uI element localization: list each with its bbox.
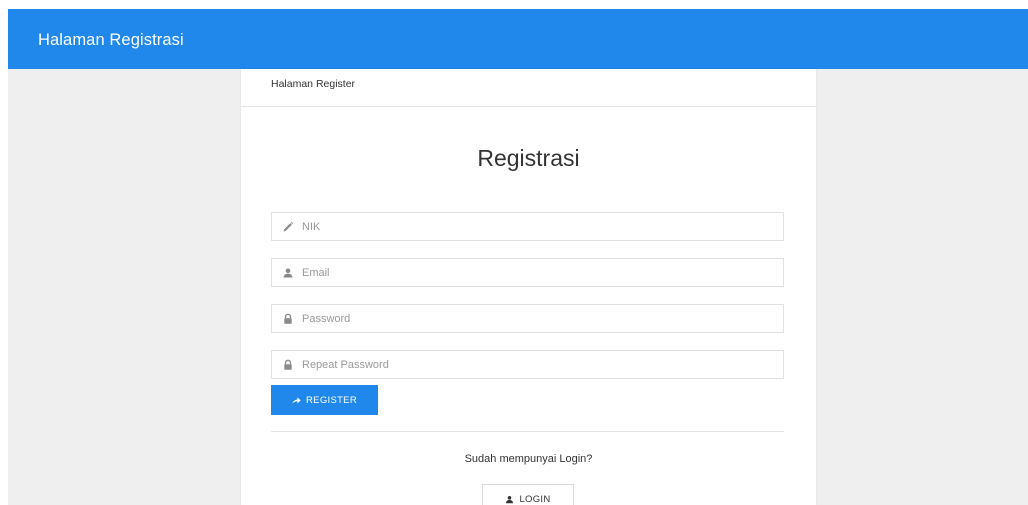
- lock-icon: [284, 313, 292, 324]
- lock-icon: [284, 359, 292, 370]
- register-button[interactable]: REGISTER: [271, 385, 378, 415]
- card-header: Halaman Register: [241, 69, 816, 107]
- share-arrow-icon: [292, 396, 301, 404]
- user-icon: [283, 268, 293, 278]
- login-label: LOGIN: [519, 493, 551, 505]
- top-navbar: Halaman Registrasi: [8, 9, 1028, 69]
- login-button[interactable]: LOGIN: [482, 484, 574, 505]
- divider: [271, 431, 784, 432]
- repeat-password-input[interactable]: [302, 351, 772, 378]
- email-field[interactable]: [271, 258, 784, 287]
- nik-input[interactable]: [302, 213, 772, 240]
- email-input[interactable]: [302, 259, 772, 286]
- nik-field[interactable]: [271, 212, 784, 241]
- repeat-password-field[interactable]: [271, 350, 784, 379]
- register-label: REGISTER: [306, 394, 357, 406]
- page-title: Registrasi: [477, 145, 580, 171]
- registration-card: Halaman Register Registrasi NIK Email RE…: [241, 69, 816, 505]
- password-input[interactable]: [302, 305, 772, 332]
- app-title: Halaman Registrasi: [38, 31, 184, 49]
- password-field[interactable]: [271, 304, 784, 333]
- breadcrumb: Halaman Register: [271, 78, 356, 90]
- pencil-icon: [283, 221, 294, 232]
- login-prompt: Sudah mempunyai Login?: [464, 453, 593, 465]
- user-icon: [506, 495, 514, 503]
- app-frame: Halaman Registrasi Halaman Register Regi…: [8, 9, 1028, 505]
